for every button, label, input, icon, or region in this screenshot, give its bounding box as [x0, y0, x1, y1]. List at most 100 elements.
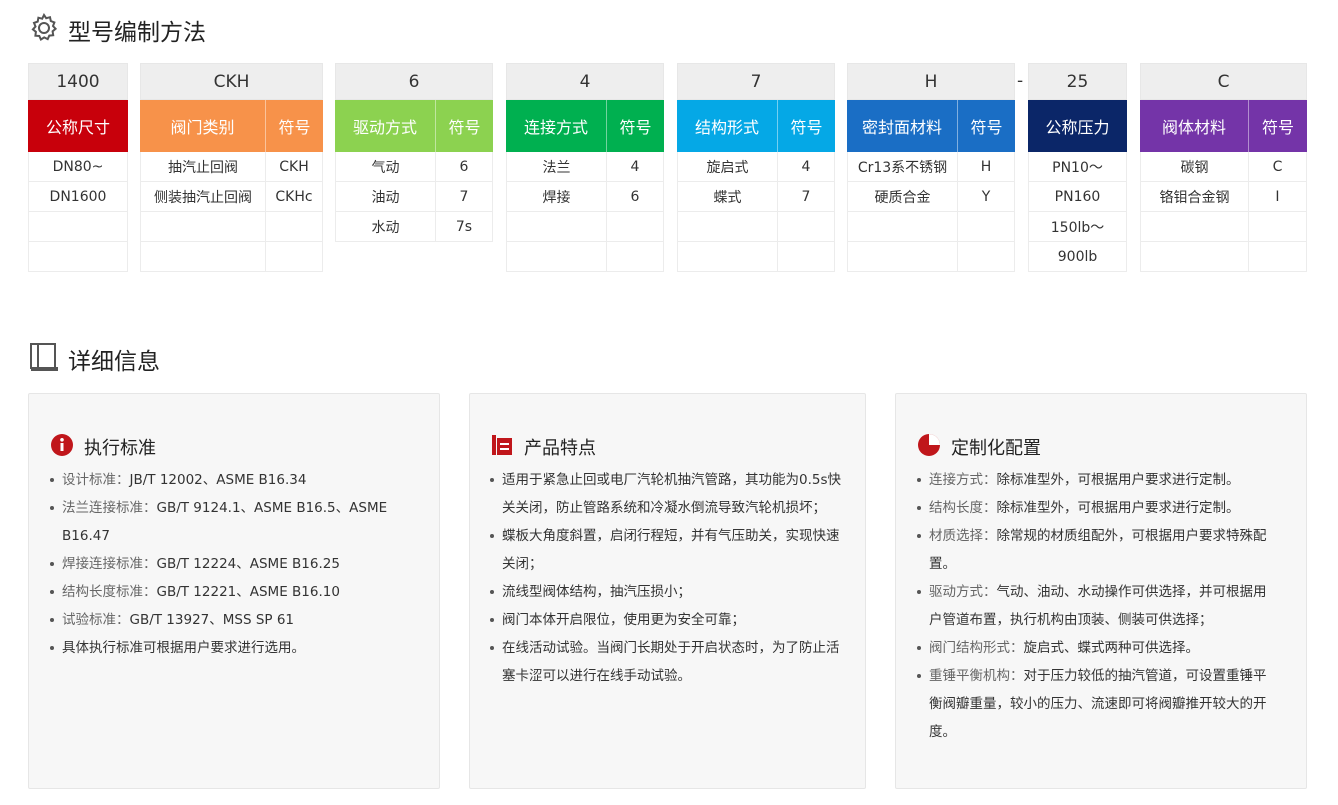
- list-item: 材质选择：除常规的材质组配外，可根据用户要求特殊配置。: [917, 522, 1277, 578]
- option-cell: DN1600: [28, 182, 128, 211]
- list-item: 具体执行标准可根据用户要求进行选用。: [50, 634, 410, 662]
- symbol-cell: [1248, 212, 1307, 241]
- model-code-seal: H: [847, 63, 1015, 100]
- customization-list: 连接方式：除标准型外，可根据用户要求进行定制。 结构长度：除标准型外，可根据用户…: [917, 466, 1277, 746]
- list-item: 在线活动试验。当阀门长期处于开启状态时，为了防止活塞卡涩可以进行在线手动试验。: [490, 634, 850, 690]
- option-cell: 碳钢: [1140, 152, 1248, 181]
- table-row: [506, 242, 664, 272]
- symbol-cell: CKH: [265, 152, 323, 181]
- symbol-cell: [777, 242, 835, 271]
- model-code-pressure: 25: [1028, 63, 1127, 100]
- model-group-size: 1400 公称尺寸 DN80~ DN1600: [28, 63, 128, 272]
- group-header-label: 公称压力: [1028, 100, 1127, 152]
- group-header-symbol: 符号: [606, 100, 664, 152]
- model-group-structure: 7 结构形式 符号 旋启式 4 蝶式 7: [677, 63, 835, 272]
- option-cell: [1140, 212, 1248, 241]
- group-header: 密封面材料 符号: [847, 100, 1015, 152]
- symbol-cell: [957, 242, 1015, 271]
- model-code-body: C: [1140, 63, 1307, 100]
- option-cell: [506, 242, 606, 271]
- option-cell: [847, 212, 957, 241]
- table-row: [140, 242, 323, 272]
- model-group-pressure: 25 公称压力 PN10～ PN160 150lb～ 900lb: [1028, 63, 1127, 272]
- symbol-cell: [1248, 242, 1307, 271]
- option-cell: 硬质合金: [847, 182, 957, 211]
- table-row: [677, 242, 835, 272]
- model-code-size: 1400: [28, 63, 128, 100]
- model-code-type: CKH: [140, 63, 323, 100]
- option-cell: 油动: [335, 182, 435, 211]
- group-header: 公称尺寸: [28, 100, 128, 152]
- group-header-symbol: 符号: [435, 100, 493, 152]
- standards-list: 设计标准：JB/T 12002、ASME B16.34 法兰连接标准：GB/T …: [50, 466, 410, 662]
- group-header: 结构形式 符号: [677, 100, 835, 152]
- table-row: 侧装抽汽止回阀 CKHc: [140, 182, 323, 212]
- option-cell: [140, 212, 265, 241]
- group-header-label: 驱动方式: [335, 100, 435, 152]
- list-item: 阀门本体开启限位，使用更为安全可靠；: [490, 606, 850, 634]
- table-row: [677, 212, 835, 242]
- list-item: 连接方式：除标准型外，可根据用户要求进行定制。: [917, 466, 1277, 494]
- book-icon: [28, 341, 60, 377]
- option-cell: [140, 242, 265, 271]
- option-cell: 150lb～: [1028, 212, 1127, 241]
- list-item: 重锤平衡机构：对于压力较低的抽汽管道，可设置重锤平衡阀瓣重量，较小的压力、流速即…: [917, 662, 1277, 746]
- card-features: 产品特点 适用于紧急止回或电厂汽轮机抽汽管路，其功能为0.5s快关关闭，防止管路…: [469, 393, 866, 789]
- model-group-drive: 6 驱动方式 符号 气动 6 油动 7 水动 7s: [335, 63, 493, 242]
- card-title-row: 产品特点: [490, 433, 596, 461]
- option-cell: 侧装抽汽止回阀: [140, 182, 265, 211]
- table-row: DN1600: [28, 182, 128, 212]
- option-cell: 抽汽止回阀: [140, 152, 265, 181]
- group-header: 连接方式 符号: [506, 100, 664, 152]
- group-header-label: 密封面材料: [847, 100, 957, 152]
- table-row: [28, 242, 128, 272]
- option-cell: PN160: [1028, 182, 1127, 211]
- table-row: 碳钢 C: [1140, 152, 1307, 182]
- model-group-type: CKH 阀门类别 符号 抽汽止回阀 CKH 侧装抽汽止回阀 CKHc: [140, 63, 323, 272]
- group-header-symbol: 符号: [265, 100, 323, 152]
- option-cell: 旋启式: [677, 152, 777, 181]
- option-cell: DN80~: [28, 152, 128, 181]
- symbol-cell: 4: [777, 152, 835, 181]
- option-cell: 蝶式: [677, 182, 777, 211]
- model-group-seal: H 密封面材料 符号 Cr13系不锈钢 H 硬质合金 Y: [847, 63, 1015, 272]
- option-cell: 焊接: [506, 182, 606, 211]
- card-title-row: 定制化配置: [917, 433, 1041, 461]
- model-group-body: C 阀体材料 符号 碳钢 C 铬钼合金钢 I: [1140, 63, 1307, 272]
- table-row: DN80~: [28, 152, 128, 182]
- table-row: [140, 212, 323, 242]
- list-item: 焊接连接标准：GB/T 12224、ASME B16.25: [50, 550, 410, 578]
- table-row: [847, 212, 1015, 242]
- symbol-cell: [265, 212, 323, 241]
- symbol-cell: 4: [606, 152, 664, 181]
- table-row: 抽汽止回阀 CKH: [140, 152, 323, 182]
- symbol-cell: C: [1248, 152, 1307, 181]
- list-item: 法兰连接标准：GB/T 9124.1、ASME B16.5、ASME B16.4…: [50, 494, 410, 550]
- group-header-label: 阀体材料: [1140, 100, 1248, 152]
- group-header-label: 阀门类别: [140, 100, 265, 152]
- symbol-cell: [777, 212, 835, 241]
- card-standards: 执行标准 设计标准：JB/T 12002、ASME B16.34 法兰连接标准：…: [28, 393, 440, 789]
- document-icon: [490, 433, 514, 461]
- table-row: 法兰 4: [506, 152, 664, 182]
- option-cell: [847, 242, 957, 271]
- symbol-cell: 7: [777, 182, 835, 211]
- card-title-row: 执行标准: [50, 433, 156, 461]
- list-item: 阀门结构形式：旋启式、蝶式两种可供选择。: [917, 634, 1277, 662]
- symbol-cell: [606, 212, 664, 241]
- table-row: PN160: [1028, 182, 1127, 212]
- table-row: 焊接 6: [506, 182, 664, 212]
- option-cell: [677, 242, 777, 271]
- group-header-symbol: 符号: [1248, 100, 1307, 152]
- card-title: 执行标准: [84, 438, 156, 459]
- model-group-connect: 4 连接方式 符号 法兰 4 焊接 6: [506, 63, 664, 272]
- model-code-structure: 7: [677, 63, 835, 100]
- symbol-cell: CKHc: [265, 182, 323, 211]
- table-row: 水动 7s: [335, 212, 493, 242]
- list-item: 设计标准：JB/T 12002、ASME B16.34: [50, 466, 410, 494]
- symbol-cell: [957, 212, 1015, 241]
- symbol-cell: [265, 242, 323, 271]
- option-cell: Cr13系不锈钢: [847, 152, 957, 181]
- model-section-title: 型号编制方法: [28, 12, 206, 48]
- group-header-symbol: 符号: [777, 100, 835, 152]
